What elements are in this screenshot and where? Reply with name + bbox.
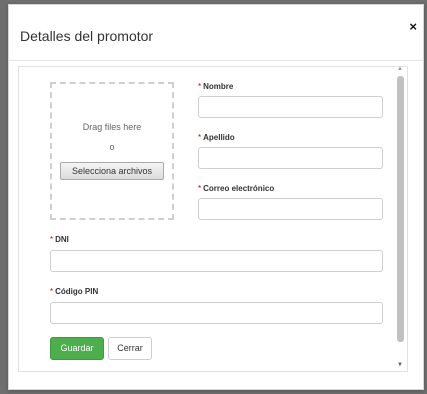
- file-dropzone[interactable]: Drag files here o Selecciona archivos: [50, 82, 174, 220]
- required-marker: *: [198, 133, 202, 142]
- correo-label-text: Correo electrónico: [203, 184, 275, 193]
- modal-title: Detalles del promotor: [20, 28, 154, 44]
- nombre-label-text: Nombre: [203, 82, 234, 91]
- required-marker: *: [198, 184, 202, 193]
- dropzone-drag-text: Drag files here: [82, 122, 142, 132]
- apellido-field[interactable]: [198, 147, 383, 169]
- pin-label-text: Código PIN: [55, 287, 99, 296]
- required-marker: *: [50, 287, 54, 296]
- scroll-up-icon[interactable]: ▲: [397, 66, 403, 72]
- pin-field[interactable]: [50, 302, 383, 324]
- modal-header: Detalles del promotor ×: [9, 5, 423, 61]
- dropzone-or-text: o: [109, 142, 115, 152]
- required-marker: *: [198, 82, 202, 91]
- dni-label-text: DNI: [55, 235, 69, 244]
- email-field[interactable]: [198, 198, 383, 220]
- scrollbar-thumb[interactable]: [397, 76, 404, 342]
- select-files-button[interactable]: Selecciona archivos: [60, 162, 164, 180]
- nombre-label: * Nombre: [198, 82, 233, 91]
- apellido-label-text: Apellido: [203, 133, 235, 142]
- correo-label: * Correo electrónico: [198, 184, 274, 193]
- modal-scrollbar[interactable]: ▲ ▼: [395, 66, 405, 372]
- required-marker: *: [50, 235, 54, 244]
- nombre-field[interactable]: [198, 96, 383, 118]
- dni-field[interactable]: [50, 250, 383, 272]
- dni-label: * DNI: [50, 235, 69, 244]
- close-button[interactable]: Cerrar: [108, 337, 152, 360]
- save-button[interactable]: Guardar: [50, 337, 104, 360]
- scroll-down-icon[interactable]: ▼: [397, 362, 403, 368]
- close-icon[interactable]: ×: [409, 20, 417, 33]
- apellido-label: * Apellido: [198, 133, 235, 142]
- pin-label: * Código PIN: [50, 287, 98, 296]
